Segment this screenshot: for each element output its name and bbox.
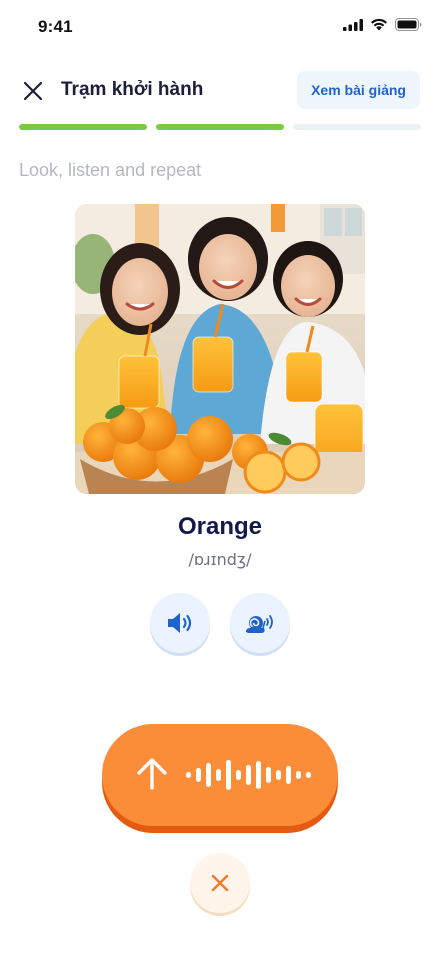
close-icon — [23, 81, 43, 101]
play-slow-audio-button[interactable] — [230, 593, 290, 653]
speaker-icon — [168, 613, 192, 633]
play-audio-button[interactable] — [150, 593, 210, 653]
cancel-recording-button[interactable] — [190, 853, 250, 913]
view-lesson-button[interactable]: Xem bài giảng — [297, 71, 420, 109]
snail-speaker-icon — [246, 615, 273, 633]
waveform-icon — [186, 760, 311, 790]
lesson-progress — [19, 124, 421, 130]
header: Trạm khởi hành Xem bài giảng — [0, 70, 440, 110]
close-button[interactable] — [18, 76, 48, 106]
wifi-icon — [371, 18, 387, 31]
progress-segment — [19, 124, 147, 130]
progress-segment — [293, 124, 421, 130]
record-button[interactable] — [102, 724, 338, 826]
upload-arrow-icon — [137, 758, 167, 790]
status-bar: 9:41 — [0, 0, 440, 56]
close-icon — [211, 874, 229, 892]
status-icons — [343, 18, 422, 31]
orange-photo — [75, 204, 365, 494]
cellular-signal-icon — [343, 18, 363, 31]
progress-segment — [156, 124, 284, 130]
status-time: 9:41 — [38, 17, 73, 36]
battery-icon — [395, 18, 422, 31]
page-title: Trạm khởi hành — [61, 79, 204, 100]
vocab-phonetic: /ɒɹɪndʒ/ — [188, 550, 252, 569]
vocab-word: Orange — [177, 513, 263, 540]
instruction-text: Look, listen and repeat — [19, 160, 202, 180]
